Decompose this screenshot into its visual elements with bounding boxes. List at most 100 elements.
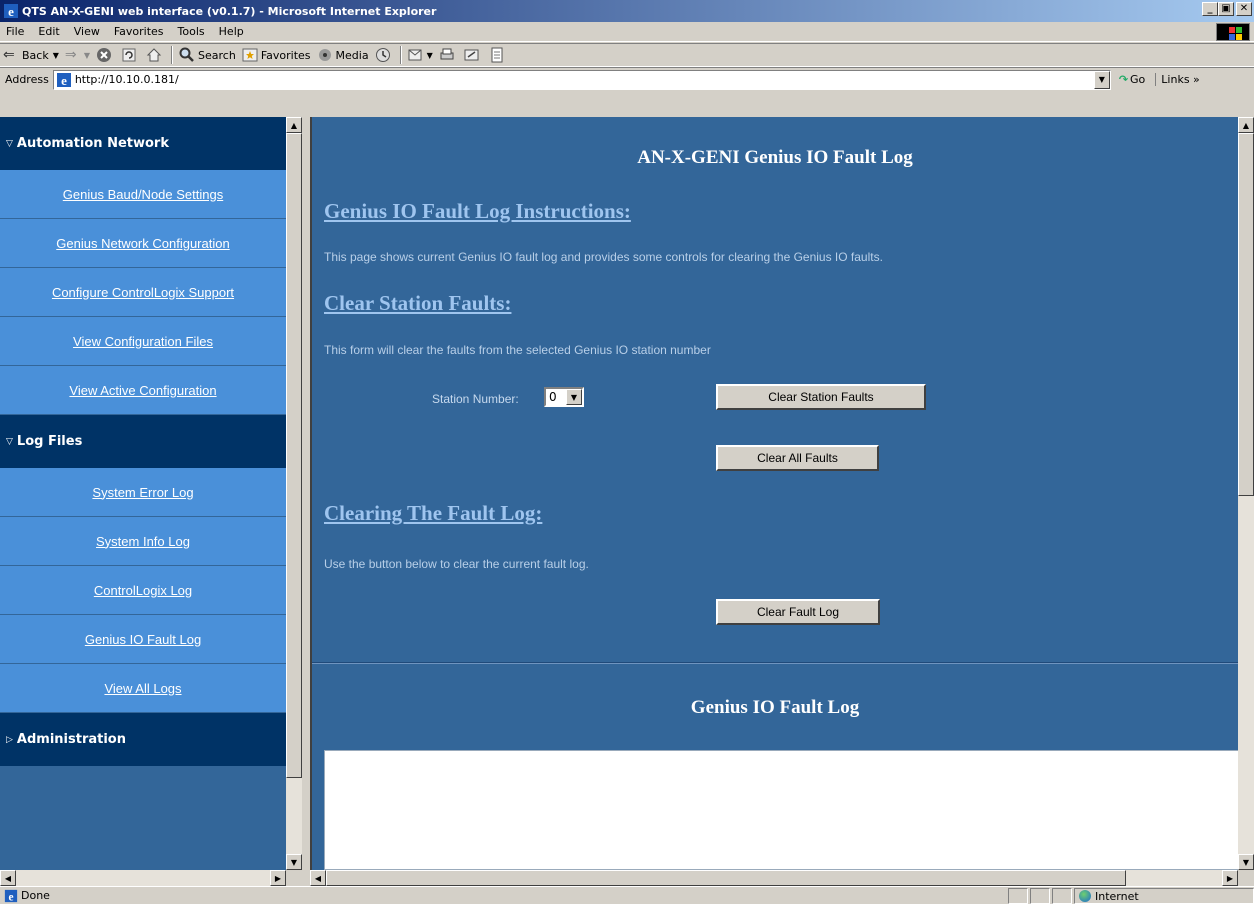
ie-logo-icon: e bbox=[4, 4, 18, 19]
address-url: http://10.10.0.181/ bbox=[74, 73, 179, 86]
nav-item-view-all-logs[interactable]: View All Logs bbox=[0, 664, 286, 713]
nav-item-genius-baud-node-settings[interactable]: Genius Baud/Node Settings bbox=[0, 170, 286, 219]
back-dropdown-icon[interactable]: ▼ bbox=[53, 51, 59, 60]
nav-section-administration[interactable]: ▷ Administration bbox=[0, 713, 286, 766]
address-dropdown-icon[interactable]: ▼ bbox=[1093, 70, 1110, 89]
content-page: AN-X-GENI Genius IO Fault Log Genius IO … bbox=[310, 117, 1238, 870]
menu-tools[interactable]: Tools bbox=[171, 25, 212, 38]
search-icon bbox=[179, 47, 194, 62]
status-cell bbox=[1052, 888, 1072, 904]
forward-dropdown-icon[interactable]: ▼ bbox=[84, 51, 90, 60]
stop-icon bbox=[97, 48, 112, 62]
history-button[interactable] bbox=[372, 44, 397, 66]
window-title: QTS AN-X-GENI web interface (v0.1.7) - M… bbox=[22, 4, 437, 18]
menu-view[interactable]: View bbox=[67, 25, 107, 38]
address-input[interactable]: e http://10.10.0.181/ ▼ bbox=[52, 69, 1111, 90]
chevron-down-icon[interactable]: ▼ bbox=[566, 389, 582, 405]
content-frame: AN-X-GENI Genius IO Fault Log Genius IO … bbox=[310, 117, 1254, 886]
clear-station-faults-button[interactable]: Clear Station Faults bbox=[716, 384, 926, 410]
nav-section-automation-network[interactable]: ▽ Automation Network bbox=[0, 117, 286, 170]
clear-station-heading[interactable]: Clear Station Faults: bbox=[324, 291, 511, 316]
minimize-button[interactable]: _ bbox=[1202, 2, 1218, 16]
scrollbar-corner bbox=[1238, 870, 1254, 886]
maximize-button[interactable]: ▣ bbox=[1218, 2, 1234, 16]
mail-button[interactable]: ▼ bbox=[405, 44, 436, 66]
scroll-right-icon[interactable]: ▶ bbox=[1222, 870, 1238, 886]
menu-edit[interactable]: Edit bbox=[31, 25, 66, 38]
menu-help[interactable]: Help bbox=[212, 25, 251, 38]
window-title-bar: e QTS AN-X-GENI web interface (v0.1.7) -… bbox=[0, 0, 1254, 22]
clear-all-faults-button[interactable]: Clear All Faults bbox=[716, 445, 879, 471]
content-scroll-thumb[interactable] bbox=[1238, 133, 1254, 496]
content-vertical-scrollbar[interactable]: ▲ ▼ bbox=[1238, 117, 1254, 870]
scroll-right-icon[interactable]: ▶ bbox=[270, 870, 286, 886]
svg-text:e: e bbox=[8, 4, 14, 19]
edit-button[interactable] bbox=[461, 44, 486, 66]
media-button[interactable]: Media bbox=[314, 44, 372, 66]
content-horizontal-scrollbar[interactable]: ◀ ▶ bbox=[310, 870, 1238, 886]
menu-favorites[interactable]: Favorites bbox=[107, 25, 171, 38]
fault-log-textarea[interactable] bbox=[324, 750, 1238, 870]
nav-item-system-error-log[interactable]: System Error Log bbox=[0, 468, 286, 517]
fault-log-title: Genius IO Fault Log bbox=[690, 697, 860, 718]
refresh-icon bbox=[122, 48, 136, 62]
scroll-up-icon[interactable]: ▲ bbox=[1238, 117, 1254, 133]
go-button[interactable]: ↷ Go bbox=[1119, 73, 1145, 86]
mail-dropdown-icon[interactable]: ▼ bbox=[427, 51, 433, 60]
nav-item-genius-io-fault-log[interactable]: Genius IO Fault Log bbox=[0, 615, 286, 664]
close-button[interactable]: ✕ bbox=[1236, 2, 1252, 16]
nav-item-view-active-configuration[interactable]: View Active Configuration bbox=[0, 366, 286, 415]
clear-fault-log-button[interactable]: Clear Fault Log bbox=[716, 599, 880, 625]
nav-scroll-thumb[interactable] bbox=[286, 133, 302, 778]
frameset: ▽ Automation Network Genius Baud/Node Se… bbox=[0, 117, 1254, 886]
clearing-log-heading[interactable]: Clearing The Fault Log: bbox=[324, 501, 542, 526]
refresh-button[interactable] bbox=[118, 44, 143, 66]
toolbar: ⇐ Back ▼ ⇒ ▼ Search Favorites Media ▼ bbox=[0, 43, 1254, 67]
instructions-heading[interactable]: Genius IO Fault Log Instructions: bbox=[324, 199, 631, 224]
favorites-star-icon bbox=[242, 48, 258, 62]
nav-horizontal-scrollbar[interactable]: ◀ ▶ bbox=[0, 870, 286, 886]
scroll-left-icon[interactable]: ◀ bbox=[310, 870, 326, 886]
discuss-button[interactable] bbox=[486, 44, 511, 66]
nav-item-controllogix-log[interactable]: ControlLogix Log bbox=[0, 566, 286, 615]
stop-button[interactable] bbox=[93, 44, 118, 66]
address-label: Address bbox=[5, 73, 49, 86]
page-title: AN-X-GENI Genius IO Fault Log bbox=[637, 147, 913, 168]
scroll-down-icon[interactable]: ▼ bbox=[286, 854, 302, 870]
station-number-value: 0 bbox=[549, 390, 557, 404]
divider bbox=[312, 662, 1238, 664]
triangle-right-icon: ▷ bbox=[6, 734, 13, 745]
status-cell bbox=[1030, 888, 1050, 904]
scroll-left-icon[interactable]: ◀ bbox=[0, 870, 16, 886]
nav-vertical-scrollbar[interactable]: ▲ ▼ bbox=[286, 117, 302, 870]
history-icon bbox=[375, 48, 390, 62]
nav-menu: ▽ Automation Network Genius Baud/Node Se… bbox=[0, 117, 286, 870]
station-number-select[interactable]: 0 ▼ bbox=[544, 387, 584, 407]
search-button[interactable]: Search bbox=[176, 44, 239, 66]
page-done-icon: e bbox=[4, 889, 18, 903]
svg-text:e: e bbox=[61, 73, 67, 88]
home-button[interactable] bbox=[143, 44, 168, 66]
nav-section-log-files[interactable]: ▽ Log Files bbox=[0, 415, 286, 468]
print-button[interactable] bbox=[436, 44, 461, 66]
menu-bar: File Edit View Favorites Tools Help bbox=[0, 22, 1254, 42]
triangle-down-icon: ▽ bbox=[6, 436, 13, 447]
globe-icon bbox=[1079, 890, 1091, 902]
nav-item-genius-network-configuration[interactable]: Genius Network Configuration bbox=[0, 219, 286, 268]
home-icon bbox=[146, 48, 162, 62]
forward-button[interactable]: ⇒ ▼ bbox=[62, 44, 93, 66]
menu-file[interactable]: File bbox=[0, 25, 31, 38]
triangle-down-icon: ▽ bbox=[6, 138, 13, 149]
links-button[interactable]: Links » bbox=[1155, 73, 1200, 86]
nav-item-system-info-log[interactable]: System Info Log bbox=[0, 517, 286, 566]
content-hscroll-thumb[interactable] bbox=[326, 870, 1126, 886]
status-bar: e Done Internet bbox=[0, 886, 1254, 904]
back-button[interactable]: ⇐ Back ▼ bbox=[0, 44, 62, 66]
scroll-down-icon[interactable]: ▼ bbox=[1238, 854, 1254, 870]
nav-item-view-configuration-files[interactable]: View Configuration Files bbox=[0, 317, 286, 366]
status-cell bbox=[1008, 888, 1028, 904]
scroll-up-icon[interactable]: ▲ bbox=[286, 117, 302, 133]
svg-text:e: e bbox=[8, 891, 13, 903]
nav-item-configure-controllogix-support[interactable]: Configure ControlLogix Support bbox=[0, 268, 286, 317]
favorites-button[interactable]: Favorites bbox=[239, 44, 314, 66]
